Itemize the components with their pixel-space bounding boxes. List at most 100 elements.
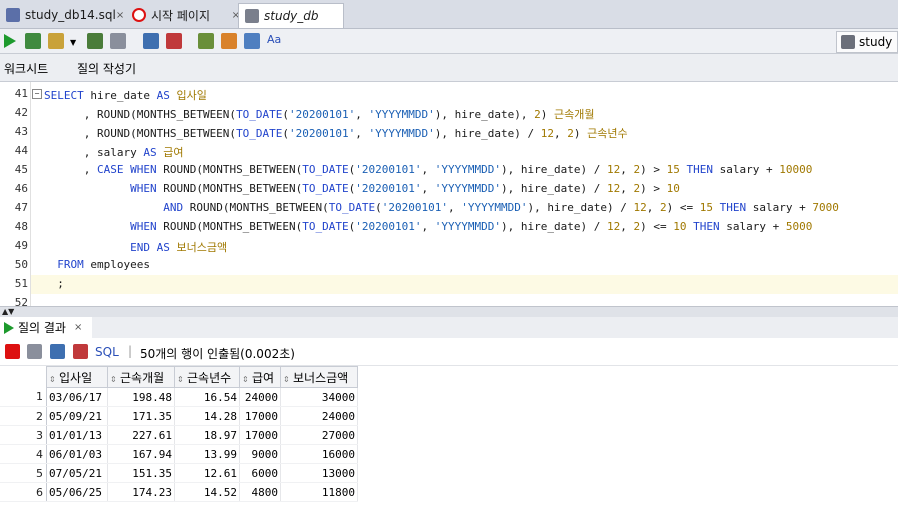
tab-query-builder[interactable]: 질의 작성기 <box>77 60 136 77</box>
table-row[interactable]: 2 05/09/21 171.35 14.28 17000 24000 <box>0 406 358 426</box>
collapse-arrows-icon[interactable]: ▲▼ <box>2 307 14 316</box>
cancel-icon[interactable] <box>73 344 88 359</box>
pin-icon[interactable] <box>5 344 20 359</box>
sql-button[interactable]: SQL <box>95 345 119 359</box>
tab-start-page[interactable]: 시작 페이지 × <box>126 3 246 27</box>
run-statement-icon[interactable] <box>4 34 16 48</box>
line-number: 45 <box>14 163 28 176</box>
case-toggle-icon[interactable]: Aa <box>267 33 287 49</box>
column-header[interactable]: ⇕ 급여 <box>239 366 281 388</box>
cell[interactable]: 6000 <box>239 463 281 483</box>
worksheet-toolbar: ▼ Aa study <box>0 29 898 54</box>
cell[interactable]: 34000 <box>280 387 358 407</box>
clear-icon[interactable] <box>221 33 237 49</box>
tab-study-db14-sql[interactable]: study_db14.sql × <box>0 3 130 27</box>
cell[interactable]: 9000 <box>239 444 281 464</box>
code-line: , ROUND(MONTHS_BETWEEN(TO_DATE('20200101… <box>44 127 628 140</box>
cell[interactable]: 171.35 <box>107 406 175 426</box>
separator: | <box>128 344 133 358</box>
cell[interactable]: 24000 <box>280 406 358 426</box>
cell[interactable]: 16000 <box>280 444 358 464</box>
fold-toggle-icon[interactable]: − <box>32 89 42 99</box>
cell[interactable]: 05/06/25 <box>46 482 108 502</box>
line-number: 50 <box>14 258 28 271</box>
close-icon[interactable]: × <box>116 10 124 21</box>
row-number: 2 <box>0 406 47 426</box>
explain-plan-icon[interactable] <box>87 33 103 49</box>
cell[interactable]: 198.48 <box>107 387 175 407</box>
row-number: 1 <box>0 387 47 407</box>
line-number: 48 <box>14 220 28 233</box>
sql-file-icon <box>6 8 20 22</box>
format-icon[interactable] <box>244 33 260 49</box>
cell[interactable]: 14.52 <box>174 482 240 502</box>
column-header[interactable]: ⇕ 입사일 <box>46 366 108 388</box>
column-header[interactable]: ⇕ 근속년수 <box>174 366 240 388</box>
cell[interactable]: 07/05/21 <box>46 463 108 483</box>
table-row[interactable]: 5 07/05/21 151.35 12.61 6000 13000 <box>0 463 358 483</box>
cell[interactable]: 18.97 <box>174 425 240 445</box>
cell[interactable]: 27000 <box>280 425 358 445</box>
tab-label: study_db <box>264 9 319 23</box>
sql-worksheet-icon <box>245 9 259 23</box>
cell[interactable]: 01/01/13 <box>46 425 108 445</box>
code-line: , ROUND(MONTHS_BETWEEN(TO_DATE('20200101… <box>44 108 595 121</box>
line-number: 41 <box>14 87 28 100</box>
chevron-down-icon[interactable]: ▼ <box>70 38 78 47</box>
sql-editor[interactable]: 41 42 43 44 45 46 47 48 49 50 51 52 − SE… <box>0 82 898 306</box>
oracle-icon <box>132 8 146 22</box>
cell[interactable]: 11800 <box>280 482 358 502</box>
print-icon[interactable] <box>27 344 42 359</box>
rollback-icon[interactable] <box>166 33 182 49</box>
close-icon[interactable]: × <box>74 322 82 333</box>
cell[interactable]: 4800 <box>239 482 281 502</box>
row-number: 5 <box>0 463 47 483</box>
line-number: 49 <box>14 239 28 252</box>
column-header[interactable]: ⇕ 보너스금액 <box>280 366 358 388</box>
code-line: , salary AS 급여 <box>44 146 184 159</box>
cell[interactable]: 17000 <box>239 406 281 426</box>
table-row[interactable]: 1 03/06/17 198.48 16.54 24000 34000 <box>0 387 358 407</box>
code-line: ; <box>44 277 64 290</box>
refresh-icon[interactable] <box>50 344 65 359</box>
run-script-icon[interactable] <box>25 33 41 49</box>
cell[interactable]: 16.54 <box>174 387 240 407</box>
table-row[interactable]: 4 06/01/03 167.94 13.99 9000 16000 <box>0 444 358 464</box>
connection-selector[interactable]: study <box>836 31 898 53</box>
cell[interactable]: 227.61 <box>107 425 175 445</box>
cell[interactable]: 174.23 <box>107 482 175 502</box>
cell[interactable]: 06/01/03 <box>46 444 108 464</box>
sort-icon: ⇕ <box>283 374 290 384</box>
tab-study-db[interactable]: study_db <box>238 3 344 28</box>
code-line: FROM employees <box>57 258 150 271</box>
column-header[interactable]: ⇕ 근속개월 <box>107 366 175 388</box>
tab-worksheet[interactable]: 워크시트 <box>4 60 48 77</box>
run-icon <box>4 321 14 334</box>
cell[interactable]: 13.99 <box>174 444 240 464</box>
autotrace-icon[interactable] <box>48 33 64 49</box>
line-number: 51 <box>14 277 28 290</box>
code-line: WHEN ROUND(MONTHS_BETWEEN(TO_DATE('20200… <box>130 182 680 195</box>
sql-history-icon[interactable] <box>198 33 214 49</box>
connection-label: study <box>859 35 893 49</box>
fetch-status: 50개의 행이 인출됨(0.002초) <box>140 347 295 361</box>
cell[interactable]: 17000 <box>239 425 281 445</box>
worksheet-subtabs: 워크시트 질의 작성기 <box>0 54 898 82</box>
cell[interactable]: 24000 <box>239 387 281 407</box>
cell[interactable]: 12.61 <box>174 463 240 483</box>
cell[interactable]: 05/09/21 <box>46 406 108 426</box>
table-row[interactable]: 6 05/06/25 174.23 14.52 4800 11800 <box>0 482 358 502</box>
tab-query-result[interactable]: 질의 결과 × <box>0 317 92 338</box>
sort-icon: ⇕ <box>177 374 184 384</box>
cell[interactable]: 13000 <box>280 463 358 483</box>
database-icon <box>841 35 855 49</box>
result-grid: ⇕ 입사일 ⇕ 근속개월 ⇕ 근속년수 ⇕ 급여 ⇕ 보너스금액 1 03/06/17 1… <box>0 366 898 506</box>
cell[interactable]: 167.94 <box>107 444 175 464</box>
cell[interactable]: 03/06/17 <box>46 387 108 407</box>
table-row[interactable]: 3 01/01/13 227.61 18.97 17000 27000 <box>0 425 358 445</box>
sql-tuning-icon[interactable] <box>110 33 126 49</box>
code-line: AND ROUND(MONTHS_BETWEEN(TO_DATE('202001… <box>163 201 839 214</box>
cell[interactable]: 14.28 <box>174 406 240 426</box>
commit-icon[interactable] <box>143 33 159 49</box>
cell[interactable]: 151.35 <box>107 463 175 483</box>
